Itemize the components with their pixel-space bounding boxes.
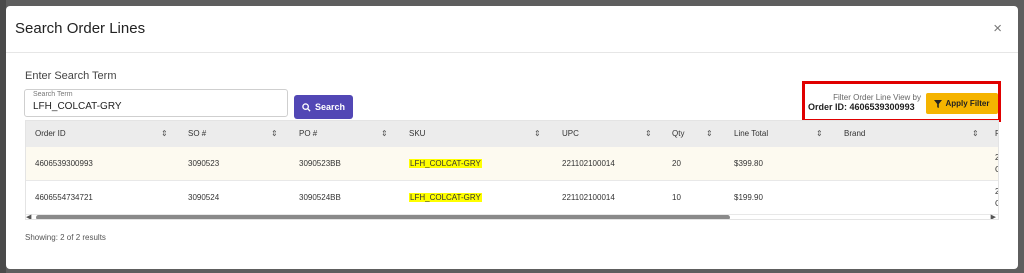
cell-order-id: 4606554734721: [35, 193, 93, 202]
cell-sku: LFH_COLCAT-GRY: [409, 181, 482, 214]
cell-upc: 221102100014: [562, 159, 615, 168]
apply-filter-button[interactable]: Apply Filter: [926, 93, 998, 114]
sort-icon[interactable]: ⇕: [972, 121, 979, 147]
search-order-lines-modal: Search Order Lines × Enter Search Term S…: [6, 6, 1018, 269]
cell-po: 3090524BB: [299, 193, 341, 202]
col-header-sku[interactable]: SKU: [409, 121, 425, 147]
cell-upc: 221102100014: [562, 193, 615, 202]
search-icon: [302, 102, 311, 112]
search-heading: Enter Search Term: [25, 70, 117, 82]
scroll-right-icon[interactable]: ▶: [991, 213, 996, 219]
cell-so: 3090524: [188, 193, 220, 202]
sort-icon[interactable]: ⇕: [381, 121, 388, 147]
cell-line-total: $399.80: [734, 159, 763, 168]
apply-filter-label: Apply Filter: [945, 99, 990, 108]
cell-so: 3090523: [188, 159, 220, 168]
scrollbar-thumb[interactable]: [36, 215, 730, 219]
sort-icon[interactable]: ⇕: [161, 121, 168, 147]
sku-highlight: LFH_COLCAT-GRY: [409, 159, 482, 168]
sort-icon[interactable]: ⇕: [645, 121, 652, 147]
col-header-order-id[interactable]: Order ID: [35, 121, 66, 147]
cell-po: 3090523BB: [299, 159, 341, 168]
filter-panel: Filter Order Line View by Order ID: 4606…: [802, 81, 1001, 122]
col-header-line-total[interactable]: Line Total: [734, 121, 768, 147]
table-row[interactable]: 4606554734721 3090524 3090524BB LFH_COLC…: [26, 181, 998, 215]
modal-title: Search Order Lines: [15, 20, 146, 37]
cell-sku: LFH_COLCAT-GRY: [409, 147, 482, 180]
sort-icon[interactable]: ⇕: [816, 121, 823, 147]
search-button-label: Search: [314, 102, 346, 112]
col-header-upc[interactable]: UPC: [562, 121, 579, 147]
sku-highlight: LFH_COLCAT-GRY: [409, 193, 482, 202]
search-field[interactable]: Search Term: [24, 89, 288, 117]
cell-qty: 10: [672, 193, 681, 202]
sort-icon[interactable]: ⇕: [271, 121, 278, 147]
horizontal-scrollbar[interactable]: ◀ ▶: [26, 213, 998, 219]
close-icon[interactable]: ×: [993, 20, 1002, 37]
col-header-partial[interactable]: F: [995, 121, 998, 147]
cell-order-id: 4606539300993: [35, 159, 93, 168]
cell-line-total: $199.90: [734, 193, 763, 202]
order-lines-table: Order ID ⇕ SO # ⇕ PO # ⇕ SKU ⇕ UPC ⇕ Qty…: [25, 120, 999, 220]
table-row[interactable]: 4606539300993 3090523 3090523BB LFH_COLC…: [26, 147, 998, 181]
col-header-brand[interactable]: Brand: [844, 121, 865, 147]
cell-qty: 20: [672, 159, 681, 168]
scroll-left-icon[interactable]: ◀: [26, 213, 31, 219]
col-header-so[interactable]: SO #: [188, 121, 206, 147]
sort-icon[interactable]: ⇕: [534, 121, 541, 147]
search-input[interactable]: [33, 101, 273, 112]
search-field-label: Search Term: [33, 91, 73, 98]
modal-header: Search Order Lines ×: [6, 6, 1018, 53]
search-button[interactable]: Search: [294, 95, 353, 119]
results-count: Showing: 2 of 2 results: [25, 233, 106, 242]
funnel-icon: [934, 99, 943, 108]
sort-icon[interactable]: ⇕: [706, 121, 713, 147]
col-header-qty[interactable]: Qty: [672, 121, 684, 147]
filter-order-id: Order ID: 4606539300993: [808, 102, 915, 112]
table-header: Order ID ⇕ SO # ⇕ PO # ⇕ SKU ⇕ UPC ⇕ Qty…: [26, 121, 998, 147]
filter-caption: Filter Order Line View by: [833, 93, 921, 102]
col-header-po[interactable]: PO #: [299, 121, 317, 147]
